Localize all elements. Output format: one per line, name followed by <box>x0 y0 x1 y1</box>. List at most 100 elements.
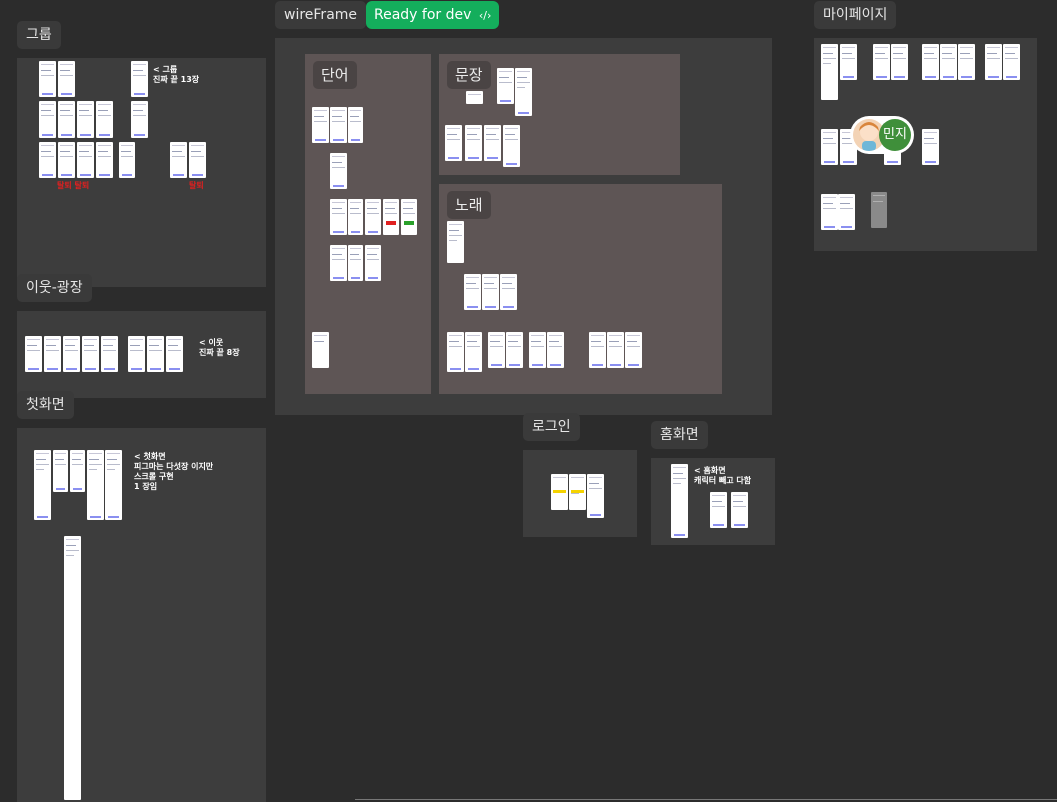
frame-thumbnail[interactable] <box>58 101 75 138</box>
mypage-section-label[interactable]: 마이페이지 <box>814 1 897 29</box>
frame-thumbnail[interactable] <box>731 492 748 528</box>
frame-thumbnail[interactable] <box>128 336 145 372</box>
group-red-left: 탈퇴 탈퇴 <box>57 181 90 190</box>
frame-thumbnail[interactable] <box>330 107 347 143</box>
ready-for-dev-label: Ready for dev <box>374 7 472 23</box>
song-frame-label[interactable]: 노래 <box>447 191 491 219</box>
frame-thumbnail[interactable] <box>348 245 363 281</box>
frame-thumbnail[interactable] <box>488 332 505 368</box>
frame-thumbnail[interactable] <box>569 474 586 510</box>
frame-thumbnail[interactable] <box>39 101 56 138</box>
frame-thumbnail[interactable] <box>445 125 462 161</box>
frame-thumbnail[interactable] <box>547 332 564 368</box>
user-avatar-initials[interactable]: 민지 <box>879 119 911 151</box>
frame-thumbnail[interactable] <box>166 336 183 372</box>
neighbor-section-label[interactable]: 이웃-광장 <box>17 274 92 302</box>
frame-thumbnail[interactable] <box>330 199 347 235</box>
frame-thumbnail[interactable] <box>958 44 975 80</box>
frame-thumbnail-long[interactable] <box>64 536 81 800</box>
frame-thumbnail[interactable] <box>348 199 363 235</box>
frame-thumbnail[interactable] <box>58 142 75 178</box>
frame-thumbnail[interactable] <box>105 450 122 520</box>
frame-thumbnail[interactable] <box>170 142 187 178</box>
frame-thumbnail[interactable] <box>500 274 517 310</box>
frame-thumbnail[interactable] <box>44 336 61 372</box>
frame-thumbnail[interactable] <box>940 44 957 80</box>
frame-thumbnail[interactable] <box>330 153 347 189</box>
frame-thumbnail[interactable] <box>383 199 399 235</box>
frame-thumbnail[interactable] <box>891 44 908 80</box>
frame-thumbnail[interactable] <box>312 107 329 143</box>
frame-thumbnail[interactable] <box>503 125 520 167</box>
frame-thumbnail[interactable] <box>589 332 606 368</box>
frame-thumbnail[interactable] <box>401 199 417 235</box>
frame-thumbnail[interactable] <box>482 274 499 310</box>
frame-thumbnail[interactable] <box>838 194 855 230</box>
frame-thumbnail[interactable] <box>625 332 642 368</box>
frame-thumbnail[interactable] <box>77 101 94 138</box>
frame-thumbnail[interactable] <box>873 44 890 80</box>
frame-thumbnail[interactable] <box>587 474 604 518</box>
frame-thumbnail[interactable] <box>710 492 727 528</box>
frame-thumbnail[interactable] <box>131 61 148 97</box>
frame-thumbnail[interactable] <box>821 44 838 100</box>
frame-thumbnail[interactable] <box>365 245 381 281</box>
frame-thumbnail[interactable] <box>312 332 329 368</box>
frame-thumbnail[interactable] <box>447 221 464 263</box>
frame-thumbnail[interactable] <box>53 450 68 492</box>
frame-thumbnail[interactable] <box>82 336 99 372</box>
frame-thumbnail[interactable] <box>58 61 75 97</box>
frame-thumbnail[interactable] <box>607 332 624 368</box>
frame-thumbnail[interactable] <box>506 332 523 368</box>
frame-thumbnail[interactable] <box>821 129 838 165</box>
frame-thumbnail[interactable] <box>330 245 347 281</box>
login-section-label[interactable]: 로그인 <box>523 413 580 441</box>
frame-thumbnail[interactable] <box>497 68 514 104</box>
frame-thumbnail[interactable] <box>39 61 56 97</box>
frame-thumbnail[interactable] <box>484 125 501 161</box>
frame-thumbnail[interactable] <box>365 199 381 235</box>
frame-thumbnail[interactable] <box>77 142 94 178</box>
frame-thumbnail[interactable] <box>871 192 887 228</box>
group-note: < 그룹 진짜 끝 13장 <box>153 65 200 84</box>
group-section-label[interactable]: 그룹 <box>17 21 61 49</box>
frame-thumbnail[interactable] <box>529 332 546 368</box>
home-section-label[interactable]: 홈화면 <box>651 421 708 449</box>
page-label[interactable]: wireFrame <box>275 1 367 29</box>
frame-thumbnail[interactable] <box>465 332 482 372</box>
frame-thumbnail[interactable] <box>466 91 483 104</box>
frame-thumbnail[interactable] <box>348 107 363 143</box>
ready-for-dev-badge[interactable]: Ready for dev ‹/› <box>366 1 500 29</box>
frame-thumbnail[interactable] <box>922 44 939 80</box>
frame-thumbnail[interactable] <box>96 101 113 138</box>
frame-thumbnail[interactable] <box>147 336 164 372</box>
frame-thumbnail[interactable] <box>1003 44 1020 80</box>
frame-thumbnail[interactable] <box>985 44 1002 80</box>
frame-thumbnail[interactable] <box>465 125 482 161</box>
frame-thumbnail[interactable] <box>101 336 118 372</box>
frame-thumbnail[interactable] <box>87 450 104 520</box>
frame-thumbnail[interactable] <box>63 336 80 372</box>
frame-thumbnail[interactable] <box>922 129 939 165</box>
frame-thumbnail[interactable] <box>96 142 113 178</box>
frame-thumbnail[interactable] <box>119 142 135 178</box>
group-red-right: 탈퇴 <box>189 181 204 190</box>
frame-thumbnail[interactable] <box>131 101 148 138</box>
frame-thumbnail[interactable] <box>34 450 51 520</box>
frame-thumbnail[interactable] <box>464 274 481 310</box>
frame-thumbnail[interactable] <box>447 332 464 372</box>
frame-thumbnail[interactable] <box>671 464 688 538</box>
sentence-frame-label[interactable]: 문장 <box>447 61 491 89</box>
frame-thumbnail[interactable] <box>39 142 56 178</box>
home-note: < 홈화면 캐릭터 빼고 다함 <box>694 466 752 485</box>
word-frame-label[interactable]: 단어 <box>313 61 357 89</box>
frame-thumbnail[interactable] <box>551 474 568 510</box>
frame-thumbnail[interactable] <box>70 450 85 492</box>
frame-thumbnail[interactable] <box>840 44 857 80</box>
frame-thumbnail[interactable] <box>821 194 838 230</box>
frame-thumbnail[interactable] <box>189 142 206 178</box>
frame-thumbnail[interactable] <box>25 336 42 372</box>
first-screen-section-label[interactable]: 첫화면 <box>17 391 74 419</box>
frame-thumbnail[interactable] <box>515 68 532 116</box>
collaborator-avatars[interactable]: 민지 <box>850 116 914 154</box>
